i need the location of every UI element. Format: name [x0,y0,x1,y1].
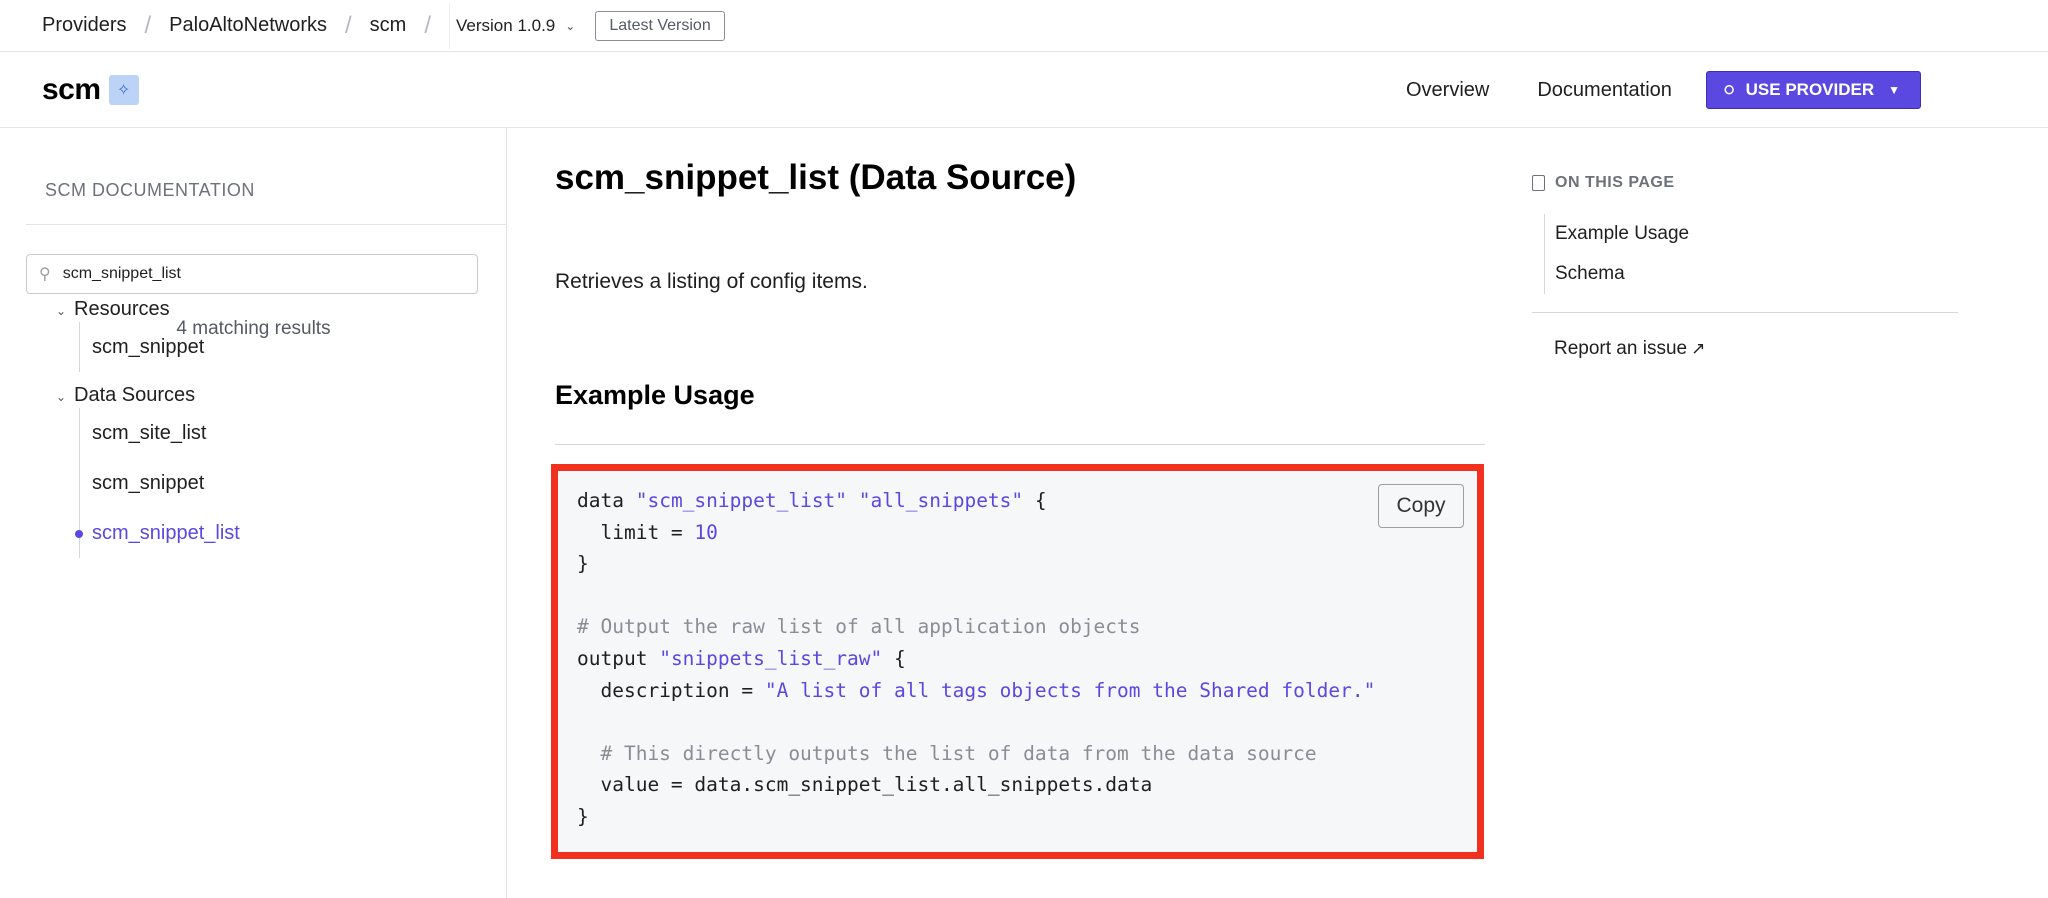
code-string: "all_snippets" [858,489,1024,512]
code-string: "scm_snippet_list" [635,489,848,512]
version-label: Version 1.0.9 [456,15,556,35]
breadcrumb-separator: / [345,11,352,39]
sidebar-group-resources[interactable]: ⌄ Resources [56,298,170,321]
chevron-down-icon: ⌄ [565,18,576,33]
breadcrumb-namespace[interactable]: PaloAltoNetworks [169,14,327,37]
sidebar-item-label: scm_snippet_list [92,522,240,544]
nav-overview[interactable]: Overview [1406,79,1489,102]
breadcrumb-providers[interactable]: Providers [42,14,126,37]
copy-button[interactable]: Copy [1378,484,1464,528]
code-keyword: output [577,646,648,670]
sidebar-item-scm-snippet-list[interactable]: scm_snippet_list [75,508,240,558]
sidebar-title: SCM DOCUMENTATION [45,180,255,200]
code-attr: description = [577,678,765,702]
breadcrumb-separator: / [144,11,152,39]
nav-documentation[interactable]: Documentation [1537,79,1672,102]
provider-nav: Overview Documentation ⚪ USE PROVIDER ▼ [1406,52,1921,128]
report-issue-label: Report an issue [1554,338,1688,359]
provider-title[interactable]: scm [42,73,101,107]
code-content[interactable]: data "scm_snippet_list" "all_snippets" {… [577,485,1375,833]
chevron-down-icon: ⌄ [56,304,67,318]
external-link-icon: ↗ [1691,339,1706,358]
page-title: scm_snippet_list (Data Source) [555,158,1077,197]
group-label: Data Sources [74,384,196,406]
section-divider [555,444,1485,445]
sidebar-item-scm-snippet[interactable]: scm_snippet [80,458,240,508]
code-brace: { [1034,489,1047,512]
globe-icon: ⚪ [1720,79,1738,102]
sidebar-search: ⚲ [26,254,478,294]
section-heading-example-usage: Example Usage [555,380,755,410]
latest-version-button[interactable]: Latest Version [595,10,725,41]
code-block: data "scm_snippet_list" "all_snippets" {… [551,464,1484,859]
sidebar: SCM DOCUMENTATION ⚲ 4 matching results ⌄… [0,128,507,898]
toc-list: Example Usage Schema [1544,214,1689,294]
toc-item-example-usage[interactable]: Example Usage [1545,214,1689,254]
toc-title-label: ON THIS PAGE [1555,174,1675,191]
search-input[interactable] [60,264,425,284]
data-sources-tree: scm_site_list scm_snippet scm_snippet_li… [75,408,240,558]
code-string: "A list of all tags objects from the Sha… [764,678,1376,702]
version-select[interactable]: Version 1.0.9 ⌄ [449,2,581,49]
code-keyword: data [577,489,624,512]
resources-tree: scm_snippet [79,322,204,372]
sidebar-group-data-sources[interactable]: ⌄ Data Sources [56,384,195,407]
code-line: } [577,552,589,576]
code-line: value = data.scm_snippet_list.all_snippe… [577,773,1153,797]
code-comment: # This directly outputs the list of data… [577,741,1317,765]
provider-header: scm ✧ Overview Documentation ⚪ USE PROVI… [0,52,2048,128]
provider-badge-icon: ✧ [108,74,139,105]
toc-title: ON THIS PAGE [1532,174,1675,192]
report-issue-link[interactable]: Report an issue ↗ [1554,338,1705,360]
caret-down-icon: ▼ [1888,83,1901,97]
matching-results-count: 4 matching results [176,318,331,339]
use-provider-button[interactable]: ⚪ USE PROVIDER ▼ [1705,71,1921,109]
code-line: } [577,804,589,828]
document-icon [1532,175,1545,191]
code-string: "snippets_list_raw" [659,646,883,670]
use-provider-label: USE PROVIDER [1745,80,1875,99]
page-description: Retrieves a listing of config items. [555,270,868,293]
toc-item-schema[interactable]: Schema [1545,254,1689,294]
active-indicator [75,530,83,538]
sidebar-divider [26,224,507,225]
code-number: 10 [694,520,718,544]
breadcrumb-separator: / [424,11,432,39]
breadcrumb: Providers / PaloAltoNetworks / scm / Ver… [0,0,2048,52]
sidebar-item-scm-site-list[interactable]: scm_site_list [80,408,240,458]
toc-divider [1532,312,1958,313]
code-comment: # Output the raw list of all application… [577,615,1141,639]
group-label: Resources [74,298,170,320]
code-brace: { [894,646,906,670]
code-attr: limit = [577,520,695,544]
sidebar-item-scm-snippet[interactable]: scm_snippet [80,322,204,372]
search-icon: ⚲ [39,266,51,283]
breadcrumb-provider[interactable]: scm [370,14,407,37]
chevron-down-icon: ⌄ [56,390,67,404]
